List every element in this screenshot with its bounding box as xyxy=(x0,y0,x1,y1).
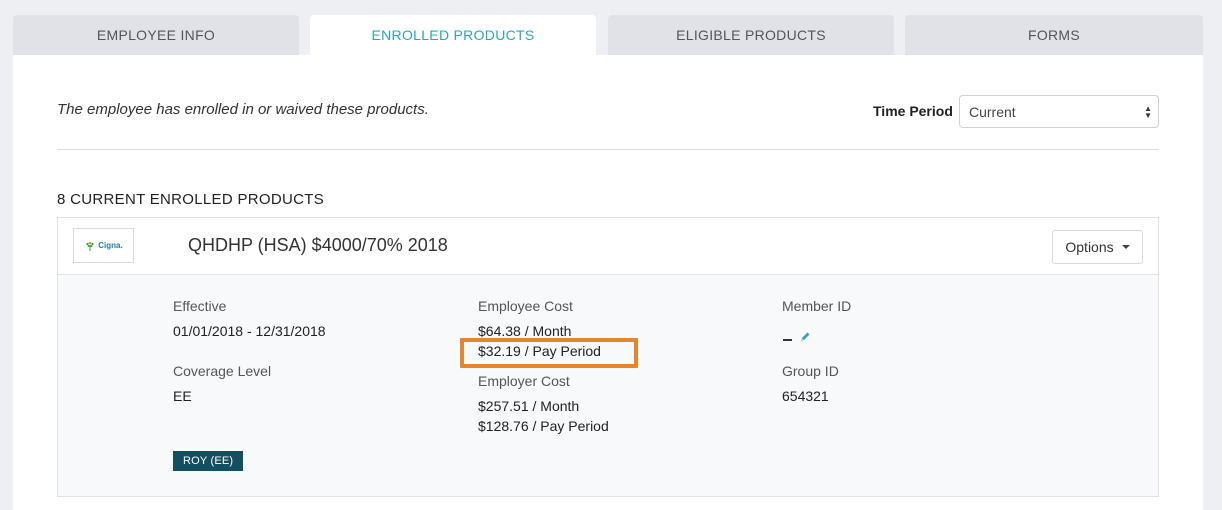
member-id-empty-dash xyxy=(783,339,792,341)
time-period-label: Time Period xyxy=(873,103,953,119)
dependent-badge: ROY (EE) xyxy=(173,451,244,471)
tab-enrolled-products[interactable]: ENROLLED PRODUCTS xyxy=(310,15,596,55)
options-label: Options xyxy=(1065,239,1114,255)
time-period-value: Current xyxy=(969,104,1016,120)
employer-cost-month: $257.51 / Month xyxy=(478,398,580,414)
enrolled-count-heading: 8 CURRENT ENROLLED PRODUCTS xyxy=(57,191,325,208)
logo-text: Cigna. xyxy=(98,241,123,250)
select-arrows-icon: ▲ ▼ xyxy=(1144,104,1152,120)
chevron-down-icon xyxy=(1121,245,1130,249)
tab-bar: EMPLOYEE INFO ENROLLED PRODUCTS ELIGIBLE… xyxy=(13,15,1203,55)
effective-value: 01/01/2018 - 12/31/2018 xyxy=(173,323,326,339)
cigna-logo: Cigna. xyxy=(73,228,134,263)
time-period-select[interactable]: Current ▲ ▼ xyxy=(959,95,1159,128)
product-card: Cigna. QHDHP (HSA) $4000/70% 2018 Option… xyxy=(57,217,1159,497)
effective-label: Effective xyxy=(173,298,227,314)
group-id-value: 654321 xyxy=(782,388,829,404)
employer-cost-pay-period: $128.76 / Pay Period xyxy=(478,418,609,434)
product-card-header: Cigna. QHDHP (HSA) $4000/70% 2018 Option… xyxy=(58,218,1158,275)
pencil-icon[interactable] xyxy=(799,331,811,343)
group-id-label: Group ID xyxy=(782,363,839,379)
product-card-body: Effective 01/01/2018 - 12/31/2018 Covera… xyxy=(58,275,1158,496)
tab-eligible-products[interactable]: ELIGIBLE PRODUCTS xyxy=(608,15,894,55)
enrolled-products-panel: The employee has enrolled in or waived t… xyxy=(13,55,1203,510)
divider xyxy=(57,149,1159,150)
tab-forms[interactable]: FORMS xyxy=(905,15,1203,55)
employee-cost-month: $64.38 / Month xyxy=(478,323,572,339)
member-id-label: Member ID xyxy=(782,298,852,314)
highlight-box xyxy=(460,338,638,368)
intro-text: The employee has enrolled in or waived t… xyxy=(57,101,429,118)
coverage-level-value: EE xyxy=(173,388,192,404)
coverage-level-label: Coverage Level xyxy=(173,363,272,379)
cigna-tree-icon xyxy=(86,241,94,251)
product-name: QHDHP (HSA) $4000/70% 2018 xyxy=(188,235,448,255)
employer-cost-label: Employer Cost xyxy=(478,373,570,389)
employee-cost-label: Employee Cost xyxy=(478,298,573,314)
options-button[interactable]: Options xyxy=(1052,230,1143,264)
tab-employee-info[interactable]: EMPLOYEE INFO xyxy=(13,15,299,55)
